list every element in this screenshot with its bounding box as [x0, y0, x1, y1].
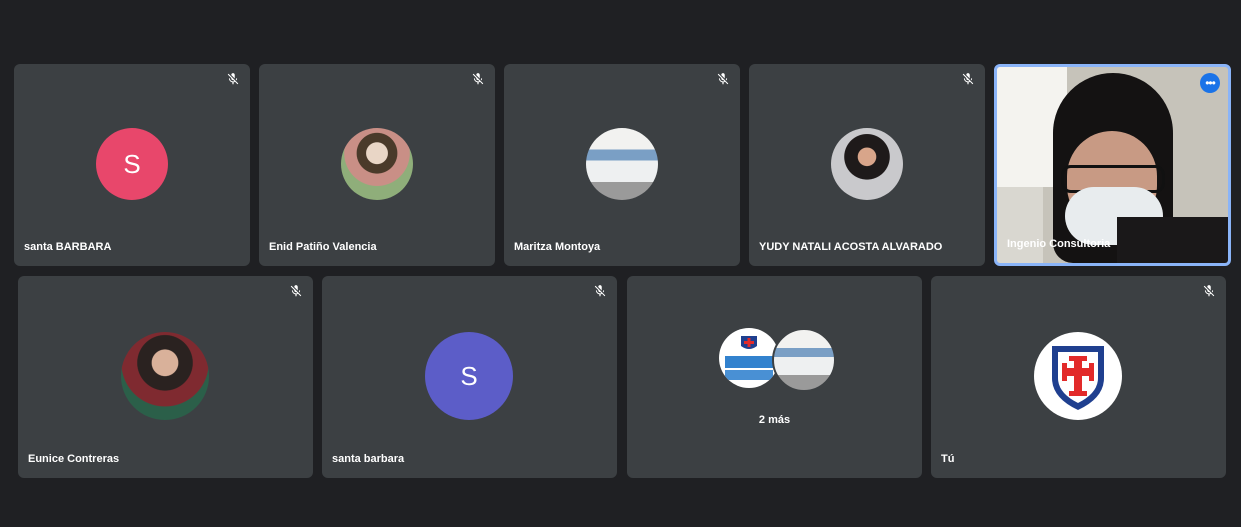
participant-name: Enid Patiño Valencia — [269, 241, 377, 253]
participant-name: Tú — [941, 453, 955, 465]
participant-tile-santa-barbara[interactable]: S santa BARBARA — [14, 64, 250, 266]
participant-tile-you[interactable]: Tú — [931, 276, 1226, 478]
participant-name: Ingenio Consultoria — [1007, 238, 1111, 250]
participant-name: Eunice Contreras — [28, 453, 120, 465]
participant-name: santa barbara — [332, 453, 405, 465]
mic-off-icon — [594, 285, 606, 297]
avatar-photo — [831, 128, 903, 200]
shield-cross-icon — [1052, 346, 1104, 410]
participant-name: YUDY NATALI ACOSTA ALVARADO — [759, 241, 943, 253]
mic-off-icon — [962, 73, 974, 85]
avatar: S — [96, 128, 168, 200]
avatar-photo — [341, 128, 413, 200]
avatar-initial: S — [123, 148, 141, 179]
shield-cross-icon — [725, 336, 773, 380]
mic-off-icon — [1203, 285, 1215, 297]
school-shield-avatar — [1034, 332, 1122, 420]
participant-name: santa BARBARA — [24, 241, 112, 253]
mic-off-icon — [227, 73, 239, 85]
participant-tile-santa-barbara-2[interactable]: S santa barbara — [322, 276, 617, 478]
video-person-shirt — [1117, 217, 1228, 263]
more-options-icon[interactable]: ••• — [1200, 73, 1220, 93]
mic-off-icon — [717, 73, 729, 85]
participant-tile-enid[interactable]: Enid Patiño Valencia — [259, 64, 495, 266]
participant-tile-ingenio-video[interactable]: ••• Ingenio Consultoria — [994, 64, 1231, 266]
avatar-photo — [586, 128, 658, 200]
participant-name: Maritza Montoya — [514, 241, 601, 253]
mic-off-icon — [472, 73, 484, 85]
avatar: S — [425, 332, 513, 420]
avatar-initial: S — [460, 360, 478, 391]
more-participants-label: 2 más — [758, 414, 791, 426]
avatar-photo — [121, 332, 209, 420]
participant-tile-more[interactable]: 2 más — [627, 276, 922, 478]
mic-off-icon — [290, 285, 302, 297]
participant-tile-yudy[interactable]: YUDY NATALI ACOSTA ALVARADO — [749, 64, 985, 266]
participant-tile-maritza[interactable]: Maritza Montoya — [504, 64, 740, 266]
participant-tile-eunice[interactable]: Eunice Contreras — [18, 276, 313, 478]
school-logo-avatar — [719, 328, 779, 388]
avatar-photo — [772, 328, 836, 392]
